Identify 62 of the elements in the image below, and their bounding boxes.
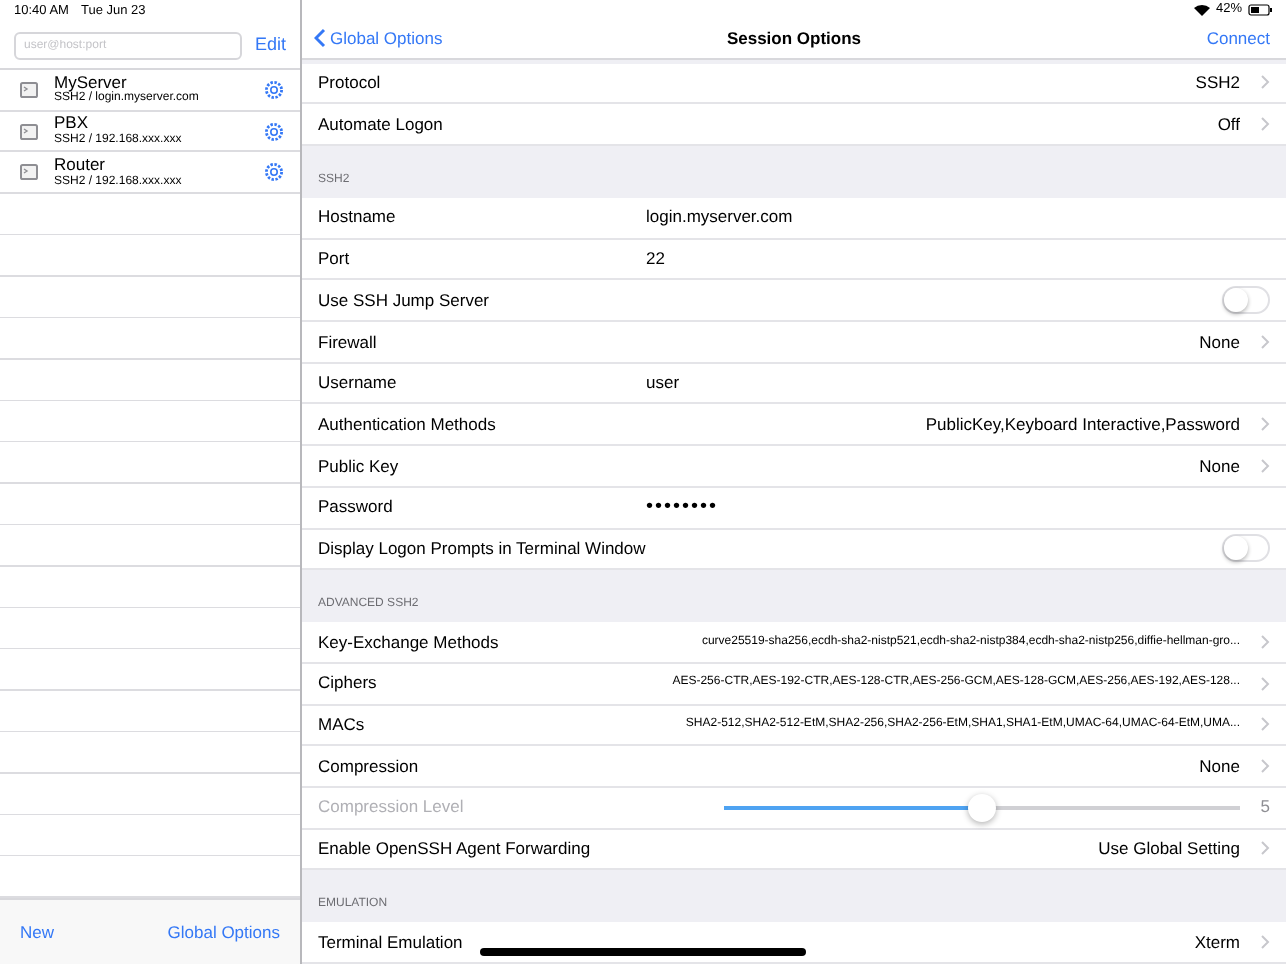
chevron-icon	[1260, 675, 1270, 692]
option-label: Ciphers	[318, 670, 377, 697]
option-value: SSH2	[1195, 70, 1240, 96]
chevron-icon	[1260, 74, 1270, 91]
chevron-icon	[1260, 116, 1270, 133]
chevron-icon	[1260, 416, 1270, 433]
chevron-icon	[1260, 333, 1270, 350]
option-value[interactable]: login.myserver.com	[646, 204, 1270, 231]
back-button[interactable]: Global Options	[314, 25, 443, 52]
option-label: Protocol	[318, 70, 381, 96]
connect-button[interactable]: Connect	[1206, 25, 1270, 52]
chevron-icon	[1260, 457, 1270, 474]
wifi-icon	[1193, 4, 1210, 17]
option-label: Terminal Emulation	[318, 929, 463, 956]
option-label: Display Logon Prompts in Terminal Window	[318, 535, 646, 562]
page-title: Session Options	[726, 25, 862, 52]
option-value: Xterm	[1194, 929, 1240, 956]
gear-icon[interactable]	[264, 121, 284, 142]
option-label: Port	[318, 246, 352, 272]
slider-value: 5	[1260, 794, 1270, 821]
option-label: Key-Exchange Methods	[318, 629, 499, 655]
chevron-icon	[1260, 840, 1270, 857]
option-label: Username	[318, 370, 399, 396]
toggle-switch[interactable]	[1222, 286, 1270, 315]
session-name: Router	[54, 156, 108, 174]
chevron-icon	[1260, 758, 1270, 775]
option-value: PublicKey,Keyboard Interactive,Password	[925, 411, 1240, 438]
back-chevron-icon	[314, 28, 326, 49]
option-label: Compression	[318, 753, 419, 779]
option-value[interactable]: 22	[646, 246, 1270, 272]
option-label: Use SSH Jump Server	[318, 287, 489, 314]
option-value[interactable]: user	[646, 370, 1270, 396]
global-options-button[interactable]: Global Options	[167, 919, 280, 945]
option-label: Compression Level	[318, 794, 464, 821]
edit-button[interactable]: Edit	[254, 32, 286, 60]
option-value: None	[1199, 453, 1240, 479]
session-name: PBX	[54, 114, 91, 132]
option-label: Hostname	[318, 204, 398, 231]
option-value: Off	[1217, 111, 1240, 138]
option-label: Firewall	[318, 329, 377, 355]
session-name: MyServer	[54, 73, 127, 91]
option-value: None	[1199, 329, 1240, 355]
chevron-icon	[1260, 934, 1270, 951]
option-label: Enable OpenSSH Agent Forwarding	[318, 836, 591, 862]
chevron-icon	[1260, 634, 1270, 651]
terminal-icon	[20, 81, 38, 98]
chevron-icon	[1260, 716, 1270, 733]
terminal-icon	[20, 123, 38, 140]
option-label: Public Key	[318, 453, 399, 479]
terminal-icon	[20, 164, 38, 181]
option-label: Automate Logon	[318, 111, 443, 138]
option-value: Use Global Setting	[1098, 836, 1240, 862]
option-label: Authentication Methods	[318, 411, 496, 438]
password-value[interactable]: ••••••••	[646, 492, 1270, 523]
battery-icon	[1248, 4, 1272, 17]
gear-icon[interactable]	[264, 79, 284, 100]
new-button[interactable]: New	[20, 919, 55, 945]
option-label: Password	[318, 494, 395, 521]
toggle-switch[interactable]	[1222, 534, 1270, 563]
option-label: MACs	[318, 712, 365, 738]
gear-icon[interactable]	[264, 162, 284, 183]
option-value: None	[1199, 753, 1240, 779]
